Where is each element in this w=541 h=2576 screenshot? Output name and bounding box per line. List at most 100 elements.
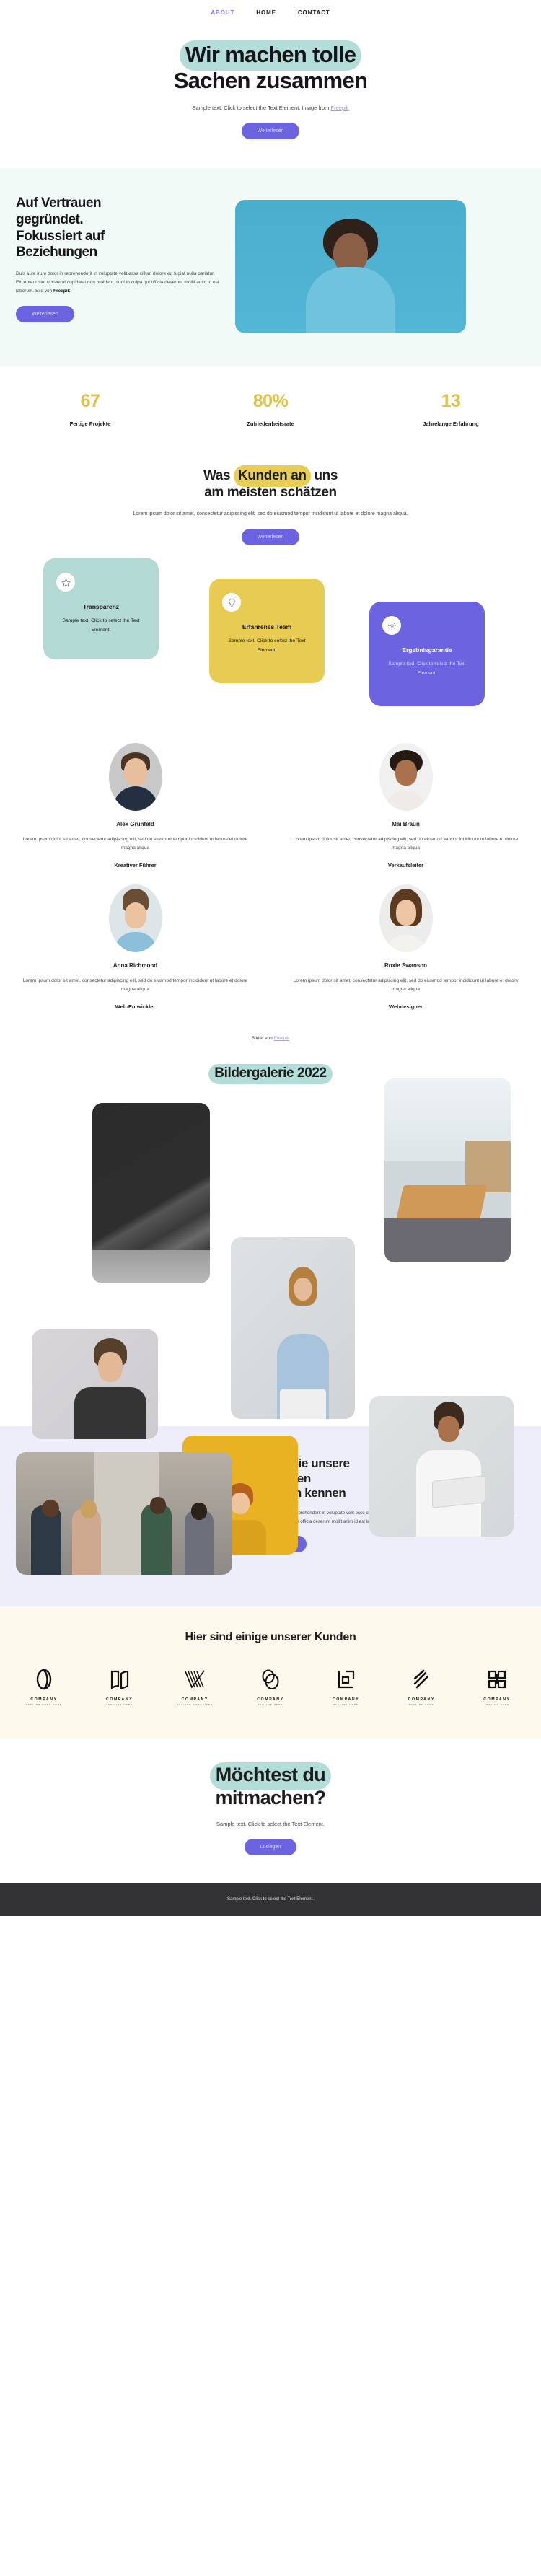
client-logo[interactable]: COMPANY TAGLINE HERE xyxy=(472,1667,522,1706)
stat-label: Zufriedenheitsrate xyxy=(247,420,294,427)
star-icon xyxy=(56,573,75,592)
avatar xyxy=(108,884,162,953)
values-title-part1: Was xyxy=(203,467,234,483)
value-card-title: Erfahrenes Team xyxy=(242,623,292,631)
freepik-link[interactable]: Freepik xyxy=(274,1036,290,1041)
gallery-image-woman-with-laptop[interactable] xyxy=(369,1396,514,1537)
team-member-bio: Lorem ipsum dolor sit amet, consectetur … xyxy=(22,837,248,851)
hero-cta-button[interactable]: Weiterlesen xyxy=(241,122,300,139)
face-shape xyxy=(438,1415,459,1442)
client-logos: COMPANY TAGLINE GOES HERE COMPANY TAG LI… xyxy=(0,1667,541,1706)
values-title-highlight: Kunden an xyxy=(234,465,311,488)
team-credit-text: Bilder von xyxy=(251,1036,274,1042)
team-member-bio: Lorem ipsum dolor sit amet, consectetur … xyxy=(293,837,519,851)
client-logo[interactable]: COMPANY TAGLINE HERE xyxy=(321,1667,371,1706)
oval-ring-logo-icon xyxy=(35,1667,53,1692)
team-member: Roxie Swanson Lorem ipsum dolor sit amet… xyxy=(270,884,541,1026)
client-logo[interactable]: COMPANY TAG LINE HERE xyxy=(94,1667,145,1706)
avatar-body xyxy=(113,786,158,812)
team-member-role: Verkaufsleiter xyxy=(387,862,424,869)
gallery-grid xyxy=(0,1078,541,1555)
gear-icon xyxy=(382,616,401,636)
gallery-title-text: Bildergalerie 2022 xyxy=(208,1064,333,1085)
trust-title-line2: gegründet. xyxy=(16,211,84,227)
value-card-text: Sample text. Click to select the Text El… xyxy=(388,661,466,676)
trust-body-credit: Freepik xyxy=(53,289,71,294)
trust-title: Auf Vertrauen gegründet. Fokussiert auf … xyxy=(16,195,224,261)
team-row: Anna Richmond Lorem ipsum dolor sit amet… xyxy=(0,884,541,1026)
value-card-transparenz[interactable]: Transparenz Sample text. Click to select… xyxy=(43,558,159,660)
avatar-face xyxy=(395,759,417,786)
value-card-title: Transparenz xyxy=(82,603,120,611)
team-member: Mai Braun Lorem ipsum dolor sit amet, co… xyxy=(270,743,541,884)
value-card-text: Sample text. Click to select the Text El… xyxy=(228,638,306,653)
trust-photo xyxy=(235,199,466,333)
client-name: COMPANY xyxy=(30,1697,58,1702)
nav-item-home[interactable]: HOME xyxy=(256,9,276,16)
gallery-image-woman-blue-shirt[interactable] xyxy=(231,1237,355,1420)
body-shape xyxy=(74,1387,146,1440)
client-tagline: TAGLINE HERE xyxy=(484,1703,510,1707)
values-cta-button[interactable]: Weiterlesen xyxy=(241,529,300,546)
face-shape xyxy=(231,1493,250,1515)
value-card-title: Ergebnisgarantie xyxy=(402,646,452,654)
trust-title-line1: Auf Vertrauen xyxy=(16,195,102,211)
pants-shape xyxy=(279,1389,326,1420)
client-logo[interactable]: COMPANY TAGLINE GOES HERE xyxy=(19,1667,69,1706)
stat-item: 80% Zufriedenheitsrate xyxy=(180,391,361,427)
client-tagline: TAGLINE HERE xyxy=(258,1703,283,1707)
trust-section: Auf Vertrauen gegründet. Fokussiert auf … xyxy=(0,167,541,366)
client-logo[interactable]: COMPANY TAGLINE HERE xyxy=(245,1667,296,1706)
client-logo[interactable]: COMPANY TAGLINE HERE xyxy=(396,1667,447,1706)
photo-body-shape xyxy=(306,266,395,333)
double-oval-logo-icon xyxy=(260,1667,281,1692)
stat-label: Jahrelange Erfahrung xyxy=(423,420,479,427)
gallery-image-laughing-man[interactable] xyxy=(32,1329,158,1440)
value-card-erfahrenes-team[interactable]: Erfahrenes Team Sample text. Click to se… xyxy=(209,579,325,684)
client-tagline: TAGLINE GOES HERE xyxy=(26,1703,62,1707)
clients-section: Hier sind einige unserer Kunden COMPANY … xyxy=(0,1606,541,1740)
nav-item-contact[interactable]: CONTACT xyxy=(298,9,330,16)
trust-cta-button[interactable]: Weiterlesen xyxy=(16,306,74,323)
diagonal-stripes-logo-icon xyxy=(412,1667,431,1692)
trust-body-text: Duis aute irure dolor in reprehenderit i… xyxy=(16,271,219,294)
values-subtitle: Lorem ipsum dolor sit amet, consectetur … xyxy=(133,511,408,517)
gallery-section: Bildergalerie 2022 xyxy=(0,1044,541,1555)
stat-item: 13 Jahrelange Erfahrung xyxy=(361,391,541,427)
avatar-face xyxy=(124,902,146,928)
footer-text: Sample text. Click to select the Text El… xyxy=(227,1896,314,1902)
value-card-ergebnisgarantie[interactable]: Ergebnisgarantie Sample text. Click to s… xyxy=(369,602,485,707)
lightbulb-icon xyxy=(222,593,241,612)
team-member-role: Kreativer Führer xyxy=(114,862,157,869)
client-name: COMPANY xyxy=(105,1697,133,1702)
creatives-photo xyxy=(16,1452,232,1575)
client-tagline: TAGLINE HERE xyxy=(333,1703,359,1707)
gallery-image-wall-shadow[interactable] xyxy=(92,1103,210,1284)
values-title-part2: uns xyxy=(310,467,338,483)
avatar-face xyxy=(395,899,416,926)
cta-title: Möchtest du mitmachen? xyxy=(0,1762,541,1810)
trust-content: Auf Vertrauen gegründet. Fokussiert auf … xyxy=(0,195,224,323)
freepik-link[interactable]: Freepik xyxy=(331,105,349,111)
trust-title-line4: Beziehungen xyxy=(16,245,97,260)
cta-title-line1: Möchtest du xyxy=(209,1762,332,1790)
team-image-credit: Bilder von Freepik xyxy=(0,1026,541,1041)
client-logo[interactable]: COMPANY TAGLINE GOES HERE xyxy=(170,1667,220,1706)
team-member-name: Anna Richmond xyxy=(113,962,158,970)
client-name: COMPANY xyxy=(257,1697,284,1702)
team-member-name: Roxie Swanson xyxy=(384,962,428,970)
hero-title: Wir machen tolle Sachen zusammen xyxy=(0,40,541,94)
client-tagline: TAG LINE HERE xyxy=(106,1703,133,1707)
clients-title: Hier sind einige unserer Kunden xyxy=(185,1631,356,1644)
avatar-face xyxy=(123,757,147,786)
page-footer: Sample text. Click to select the Text El… xyxy=(0,1882,541,1916)
team-member-role: Web-Entwickler xyxy=(115,1003,156,1011)
room-floor-shape xyxy=(384,1218,511,1263)
cta-button[interactable]: Loslegen xyxy=(244,1838,297,1855)
client-name: COMPANY xyxy=(408,1697,435,1702)
stat-item: 67 Fertige Projekte xyxy=(0,391,180,427)
avatar-body xyxy=(384,791,427,812)
client-name: COMPANY xyxy=(332,1697,360,1702)
gallery-image-conference-room[interactable] xyxy=(384,1078,511,1263)
nav-item-about[interactable]: ABOUT xyxy=(211,9,234,16)
